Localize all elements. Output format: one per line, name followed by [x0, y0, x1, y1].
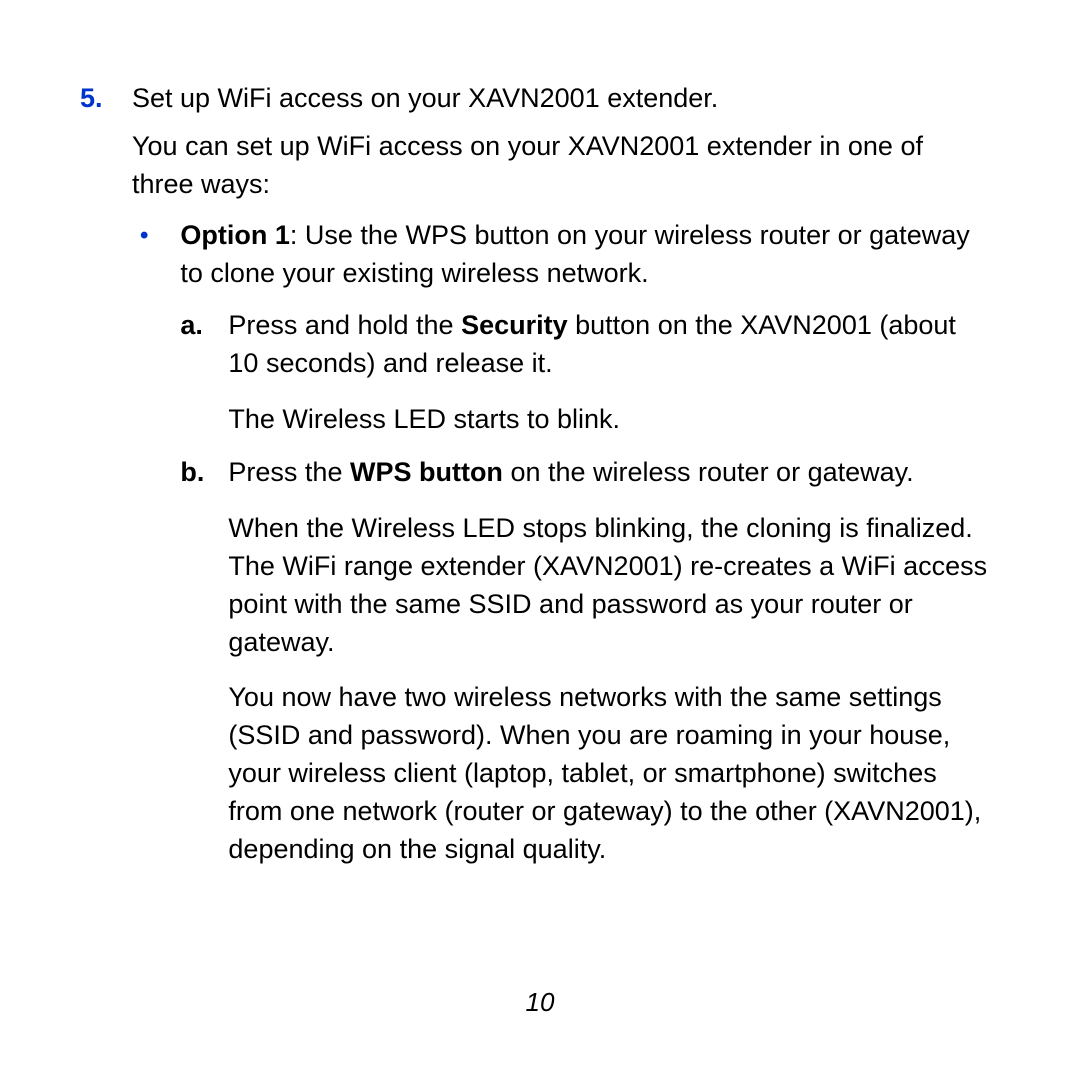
substep-b-line2: When the Wireless LED stops blinking, th…	[228, 510, 990, 661]
step-5: 5. Set up WiFi access on your XAVN2001 e…	[80, 80, 990, 884]
step-content: Set up WiFi access on your XAVN2001 exte…	[132, 80, 990, 884]
step-title: Set up WiFi access on your XAVN2001 exte…	[132, 80, 990, 118]
step-intro: You can set up WiFi access on your XAVN2…	[132, 128, 990, 204]
substep-b-content: Press the WPS button on the wireless rou…	[228, 454, 990, 868]
substep-b-line1-post: on the wireless router or gateway.	[503, 457, 914, 487]
substep-b-line3: You now have two wireless networks with …	[228, 679, 990, 868]
substep-b-line1-pre: Press the	[228, 457, 350, 487]
substep-a-line2: The Wireless LED starts to blink.	[228, 401, 990, 439]
option-label-rest: : Use the WPS button on your wireless ro…	[180, 220, 969, 288]
substep-b-line1-bold: WPS button	[350, 457, 503, 487]
step-number: 5.	[80, 80, 104, 884]
substep-a-letter: a.	[180, 307, 204, 438]
substep-b: b. Press the WPS button on the wireless …	[180, 454, 990, 868]
option-1: • Option 1: Use the WPS button on your w…	[132, 217, 990, 884]
substep-a-line1-pre: Press and hold the	[228, 310, 461, 340]
substep-a-content: Press and hold the Security button on th…	[228, 307, 990, 438]
page-number: 10	[0, 984, 1080, 1020]
substep-b-line1: Press the WPS button on the wireless rou…	[228, 454, 990, 492]
substep-b-letter: b.	[180, 454, 204, 868]
bullet-icon: •	[140, 217, 148, 884]
substep-a: a. Press and hold the Security button on…	[180, 307, 990, 438]
option-content: Option 1: Use the WPS button on your wir…	[180, 217, 990, 884]
option-intro: Option 1: Use the WPS button on your wir…	[180, 217, 990, 293]
option-label-bold: Option 1	[180, 220, 290, 250]
substep-a-line1-bold: Security	[461, 310, 568, 340]
substep-a-line1: Press and hold the Security button on th…	[228, 307, 990, 383]
